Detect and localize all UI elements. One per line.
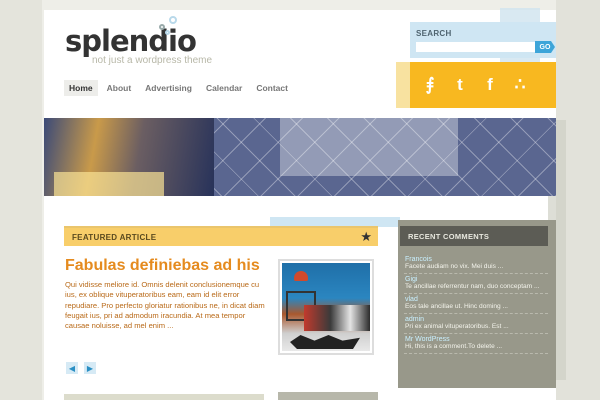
comment-excerpt[interactable]: Pri ex animal vituperatoribus. Est ... bbox=[405, 323, 547, 330]
comment-author[interactable]: Francois bbox=[405, 256, 547, 263]
search-go-button[interactable]: GO bbox=[535, 41, 555, 53]
recent-comments-list: Francois Facete audiam no vix. Mei duis … bbox=[404, 254, 548, 354]
list-item: vlad Eos tale ancillae ut. Hinc doming .… bbox=[404, 294, 548, 314]
nav-item-advertising[interactable]: Advertising bbox=[140, 80, 197, 96]
twitter-icon[interactable]: t bbox=[452, 75, 468, 95]
nav-item-contact[interactable]: Contact bbox=[251, 80, 293, 96]
list-item: Mr WordPress Hi, this is a comment.To de… bbox=[404, 334, 548, 354]
article-title[interactable]: Fabulas definiebas ad his bbox=[65, 257, 260, 275]
comment-excerpt[interactable]: Hi, this is a comment.To delete ... bbox=[405, 343, 547, 350]
nav-item-home[interactable]: Home bbox=[64, 80, 98, 96]
recent-comments-title: RECENT COMMENTS bbox=[400, 226, 548, 246]
list-item: admin Pri ex animal vituperatoribus. Est… bbox=[404, 314, 548, 334]
main-nav: Home About Advertising Calendar Contact bbox=[64, 80, 293, 96]
search-widget: SEARCH GO bbox=[410, 22, 556, 58]
article-thumbnail[interactable] bbox=[278, 259, 374, 355]
slider-controls: ◀ ▶ bbox=[66, 362, 96, 374]
site-tagline: not just a wordpress theme bbox=[92, 55, 213, 66]
comment-author[interactable]: Gigi bbox=[405, 276, 547, 283]
nav-item-calendar[interactable]: Calendar bbox=[201, 80, 247, 96]
search-input[interactable] bbox=[416, 42, 536, 52]
article-excerpt: Qui vidisse meliore id. Omnis delenit co… bbox=[65, 280, 265, 330]
search-label: SEARCH bbox=[416, 29, 452, 38]
footer-divider bbox=[64, 394, 264, 400]
share-icon[interactable]: ∴ bbox=[512, 75, 528, 95]
comment-author[interactable]: Mr WordPress bbox=[405, 336, 547, 343]
comment-author[interactable]: vlad bbox=[405, 296, 547, 303]
recent-comments-widget: RECENT COMMENTS Francois Facete audiam n… bbox=[398, 220, 556, 388]
next-arrow-icon[interactable]: ▶ bbox=[84, 362, 96, 374]
featured-label: FEATURED ARTICLE bbox=[72, 233, 157, 242]
comment-author[interactable]: admin bbox=[405, 316, 547, 323]
featured-header: FEATURED ARTICLE ★ bbox=[64, 226, 378, 246]
prev-arrow-icon[interactable]: ◀ bbox=[66, 362, 78, 374]
facebook-icon[interactable]: f bbox=[482, 75, 498, 95]
header-banner-image bbox=[44, 118, 556, 196]
footer-divider-dark bbox=[278, 392, 378, 400]
star-icon[interactable]: ★ bbox=[360, 229, 372, 245]
comment-excerpt[interactable]: Te ancillae referrentur nam, duo concept… bbox=[405, 283, 547, 290]
list-item: Francois Facete audiam no vix. Mei duis … bbox=[404, 254, 548, 274]
comment-excerpt[interactable]: Facete audiam no vix. Mei duis ... bbox=[405, 263, 547, 270]
social-decor bbox=[396, 62, 410, 108]
background-strip-left bbox=[0, 0, 42, 400]
rss-icon[interactable]: ⨎ bbox=[422, 75, 438, 95]
bubbles-icon bbox=[157, 16, 187, 46]
nav-item-about[interactable]: About bbox=[102, 80, 137, 96]
social-bar: ⨎ t f ∴ bbox=[410, 62, 556, 108]
comment-excerpt[interactable]: Eos tale ancillae ut. Hinc doming ... bbox=[405, 303, 547, 310]
list-item: Gigi Te ancillae referrentur nam, duo co… bbox=[404, 274, 548, 294]
